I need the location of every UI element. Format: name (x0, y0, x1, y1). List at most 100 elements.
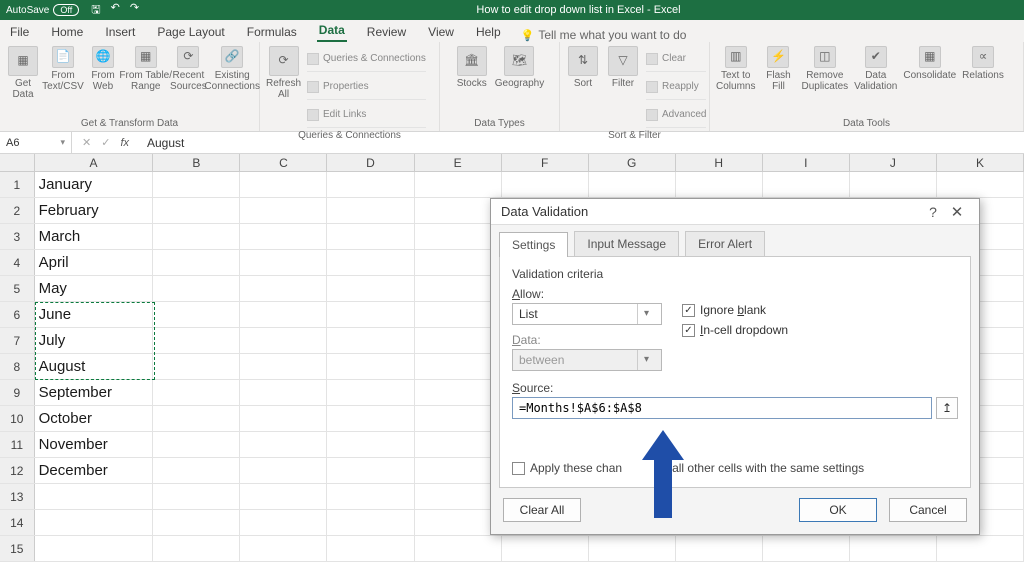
name-box[interactable]: A6 ▾ (0, 132, 72, 153)
col-header-G[interactable]: G (589, 154, 676, 171)
advanced-filter-button[interactable]: Advanced (646, 102, 706, 128)
allow-dropdown[interactable]: List ▾ (512, 303, 662, 325)
cell[interactable] (502, 172, 589, 197)
queries-connections-button[interactable]: Queries & Connections (307, 46, 426, 72)
cancel-button[interactable]: Cancel (889, 498, 967, 522)
cell[interactable] (415, 354, 502, 379)
sort-button[interactable]: ⇅Sort (566, 46, 600, 89)
fx-icon[interactable]: fx (120, 137, 129, 149)
cell[interactable] (327, 250, 414, 275)
cell[interactable] (327, 484, 414, 509)
cell[interactable]: October (35, 406, 154, 431)
cell[interactable] (415, 380, 502, 405)
cell[interactable] (327, 536, 414, 561)
range-picker-button[interactable]: ↥ (936, 397, 958, 419)
relations-button[interactable]: ∝Relations (962, 46, 1004, 81)
cell[interactable] (850, 172, 937, 197)
row-header[interactable]: 1 (0, 172, 35, 197)
col-header-J[interactable]: J (850, 154, 937, 171)
geography-button[interactable]: 🗺Geography (495, 46, 544, 89)
row-header[interactable]: 6 (0, 302, 35, 327)
edit-links-button[interactable]: Edit Links (307, 102, 426, 128)
cell[interactable] (327, 172, 414, 197)
cell[interactable] (850, 536, 937, 561)
cell[interactable] (502, 536, 589, 561)
col-header-K[interactable]: K (937, 154, 1024, 171)
reapply-button[interactable]: Reapply (646, 74, 706, 100)
col-header-D[interactable]: D (327, 154, 414, 171)
cell[interactable] (415, 458, 502, 483)
cell[interactable] (327, 510, 414, 535)
col-header-C[interactable]: C (240, 154, 327, 171)
dialog-tab-settings[interactable]: Settings (499, 232, 568, 257)
cell[interactable] (153, 172, 240, 197)
cell[interactable]: April (35, 250, 154, 275)
ignore-blank-checkbox[interactable]: ✓ Ignore blank (682, 303, 788, 317)
existing-connections-button[interactable]: 🔗Existing Connections (211, 46, 253, 92)
cell[interactable] (327, 354, 414, 379)
cell[interactable] (415, 172, 502, 197)
cell[interactable]: November (35, 432, 154, 457)
recent-sources-button[interactable]: ⟳Recent Sources (171, 46, 205, 92)
select-all-corner[interactable] (0, 154, 35, 171)
cell[interactable] (153, 458, 240, 483)
tab-home[interactable]: Home (49, 22, 85, 42)
col-header-H[interactable]: H (676, 154, 763, 171)
cell[interactable] (937, 172, 1024, 197)
stocks-button[interactable]: 🏛Stocks (455, 46, 489, 89)
cell[interactable] (240, 354, 327, 379)
row-header[interactable]: 11 (0, 432, 35, 457)
save-icon[interactable]: 🖫 (91, 1, 100, 20)
cell[interactable] (589, 172, 676, 197)
cell[interactable] (327, 406, 414, 431)
row-header[interactable]: 12 (0, 458, 35, 483)
cell[interactable] (153, 224, 240, 249)
col-header-B[interactable]: B (153, 154, 240, 171)
dialog-tab-input-message[interactable]: Input Message (574, 231, 679, 256)
cell[interactable] (415, 198, 502, 223)
row-header[interactable]: 5 (0, 276, 35, 301)
redo-icon[interactable]: ↷ (130, 1, 139, 20)
in-cell-dropdown-checkbox[interactable]: ✓ In-cell dropdown (682, 323, 788, 337)
cell[interactable] (240, 380, 327, 405)
data-validation-button[interactable]: ✔Data Validation (854, 46, 897, 92)
cell[interactable] (415, 224, 502, 249)
cell[interactable] (153, 250, 240, 275)
accept-icon[interactable]: ✓ (101, 136, 110, 149)
cell[interactable] (327, 380, 414, 405)
flash-fill-button[interactable]: ⚡Flash Fill (761, 46, 795, 92)
cell[interactable] (415, 510, 502, 535)
cell[interactable] (415, 276, 502, 301)
help-icon[interactable]: ? (921, 204, 945, 220)
refresh-all-button[interactable]: ⟳Refresh All (266, 46, 301, 100)
cell[interactable] (35, 536, 154, 561)
tab-formulas[interactable]: Formulas (245, 22, 299, 42)
cell[interactable] (240, 432, 327, 457)
cell[interactable] (327, 432, 414, 457)
row-header[interactable]: 7 (0, 328, 35, 353)
cell[interactable]: August (35, 354, 154, 379)
col-header-E[interactable]: E (415, 154, 502, 171)
cell[interactable]: March (35, 224, 154, 249)
formula-input[interactable]: August (139, 136, 1024, 150)
cell[interactable] (676, 172, 763, 197)
cell[interactable] (35, 510, 154, 535)
cell[interactable] (676, 536, 763, 561)
cell[interactable] (240, 484, 327, 509)
cell[interactable] (415, 406, 502, 431)
tab-review[interactable]: Review (365, 22, 408, 42)
cell[interactable] (415, 328, 502, 353)
cell[interactable] (153, 354, 240, 379)
row-header[interactable]: 2 (0, 198, 35, 223)
apply-to-all-checkbox[interactable]: Apply these chan o all other cells with … (512, 461, 958, 475)
cell[interactable] (937, 536, 1024, 561)
cell[interactable] (153, 432, 240, 457)
cell[interactable]: February (35, 198, 154, 223)
col-header-I[interactable]: I (763, 154, 850, 171)
clear-all-button[interactable]: Clear All (503, 498, 581, 522)
row-header[interactable]: 10 (0, 406, 35, 431)
cell[interactable] (153, 302, 240, 327)
cell[interactable] (763, 536, 850, 561)
cell[interactable] (327, 198, 414, 223)
ok-button[interactable]: OK (799, 498, 877, 522)
